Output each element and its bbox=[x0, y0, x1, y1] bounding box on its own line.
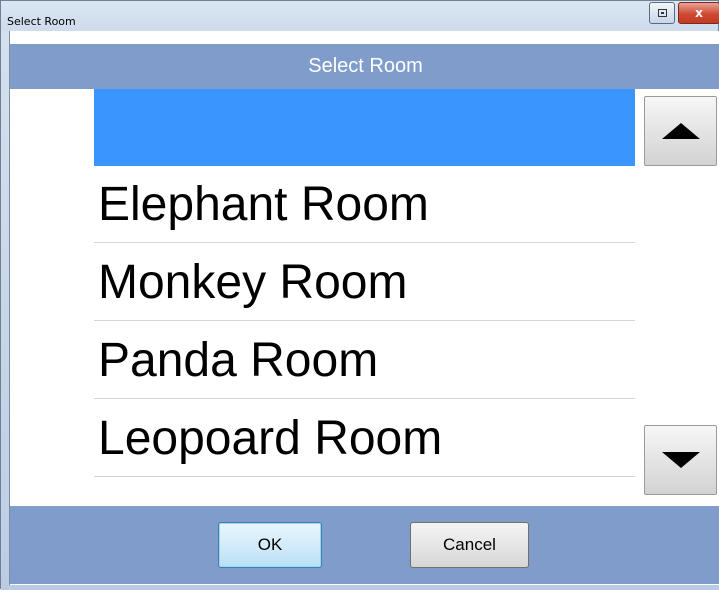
window-title: Select Room bbox=[7, 15, 76, 28]
room-label: Monkey Room bbox=[98, 256, 408, 309]
room-list-item[interactable] bbox=[94, 89, 635, 166]
restore-button[interactable] bbox=[649, 2, 675, 24]
cancel-button[interactable]: Cancel bbox=[410, 522, 529, 568]
dialog-footer: OK Cancel bbox=[10, 506, 719, 584]
scroll-down-button[interactable] bbox=[644, 425, 717, 495]
restore-icon bbox=[657, 9, 667, 17]
room-list-item[interactable]: Elephant Room bbox=[94, 166, 635, 243]
room-label: Elephant Room bbox=[98, 178, 429, 231]
dialog-window: Select Room x Select Room Elephant Room … bbox=[0, 0, 719, 590]
window-left-border bbox=[1, 31, 9, 587]
dialog-client-area: Select Room Elephant Room Monkey Room Pa… bbox=[9, 31, 719, 587]
triangle-down-icon bbox=[661, 452, 700, 468]
room-list-item[interactable]: Monkey Room bbox=[94, 244, 635, 321]
close-button[interactable]: x bbox=[678, 2, 719, 24]
triangle-up-icon bbox=[661, 123, 700, 139]
room-list-item[interactable]: Leopoard Room bbox=[94, 400, 635, 477]
ok-button[interactable]: OK bbox=[218, 522, 322, 568]
room-list: Elephant Room Monkey Room Panda Room Leo… bbox=[94, 89, 635, 507]
close-icon: x bbox=[695, 6, 703, 20]
room-label: Leopoard Room bbox=[98, 412, 443, 465]
scroll-up-button[interactable] bbox=[644, 96, 717, 166]
room-label: Panda Room bbox=[98, 334, 379, 387]
dialog-header: Select Room bbox=[10, 44, 719, 89]
window-bottom-border bbox=[1, 585, 719, 590]
title-bar[interactable]: Select Room x bbox=[1, 1, 719, 31]
dialog-header-title: Select Room bbox=[308, 55, 423, 77]
room-list-item[interactable]: Panda Room bbox=[94, 322, 635, 399]
